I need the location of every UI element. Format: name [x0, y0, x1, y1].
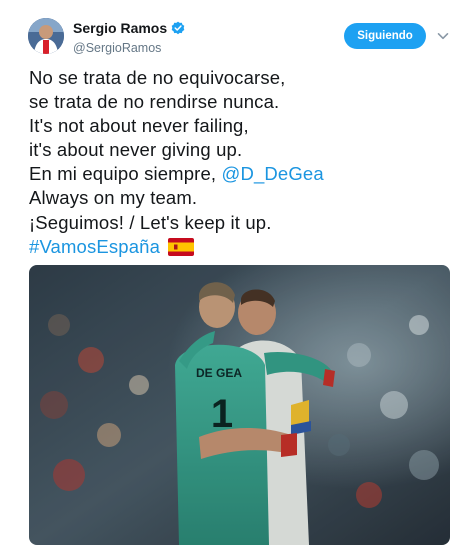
tweet-text: No se trata de no equivocarse, se trata … [29, 66, 449, 259]
tweet-line: ¡Seguimos! / Let's keep it up. [29, 211, 272, 233]
author-display-name[interactable]: Sergio Ramos [73, 20, 167, 36]
avatar[interactable] [28, 18, 64, 54]
hashtag-link[interactable]: #VamosEspaña [29, 236, 160, 257]
author-handle[interactable]: @SergioRamos [73, 41, 185, 55]
tweet-line: No se trata de no equivocarse, [29, 67, 286, 88]
chevron-down-icon[interactable] [437, 30, 449, 42]
mention-link[interactable]: @D_DeGea [222, 163, 324, 184]
tweet-line: It's not about never failing, [29, 115, 249, 137]
author-block: Sergio Ramos @SergioRamos [73, 20, 185, 55]
tweet-line: se trata de no rendirse nunca. [29, 91, 280, 113]
tweet-line: it's about never giving up. [29, 139, 243, 161]
author-name-row[interactable]: Sergio Ramos [73, 20, 185, 36]
spain-flag-icon [168, 237, 195, 256]
verified-badge-icon [171, 21, 185, 35]
tweet-line-prefix: En mi equipo siempre, [29, 163, 222, 185]
tweet-photo[interactable]: DE GEA 1 [29, 265, 450, 545]
tweet-line-hashtag: #VamosEspaña [29, 235, 449, 259]
tweet-line-mention: En mi equipo siempre, @D_DeGea [29, 162, 449, 186]
tweet-line: Always on my team. [29, 187, 198, 209]
following-button[interactable]: Siguiendo [344, 23, 426, 49]
tweet: Sergio Ramos @SergioRamos Siguiendo No s… [0, 0, 475, 559]
